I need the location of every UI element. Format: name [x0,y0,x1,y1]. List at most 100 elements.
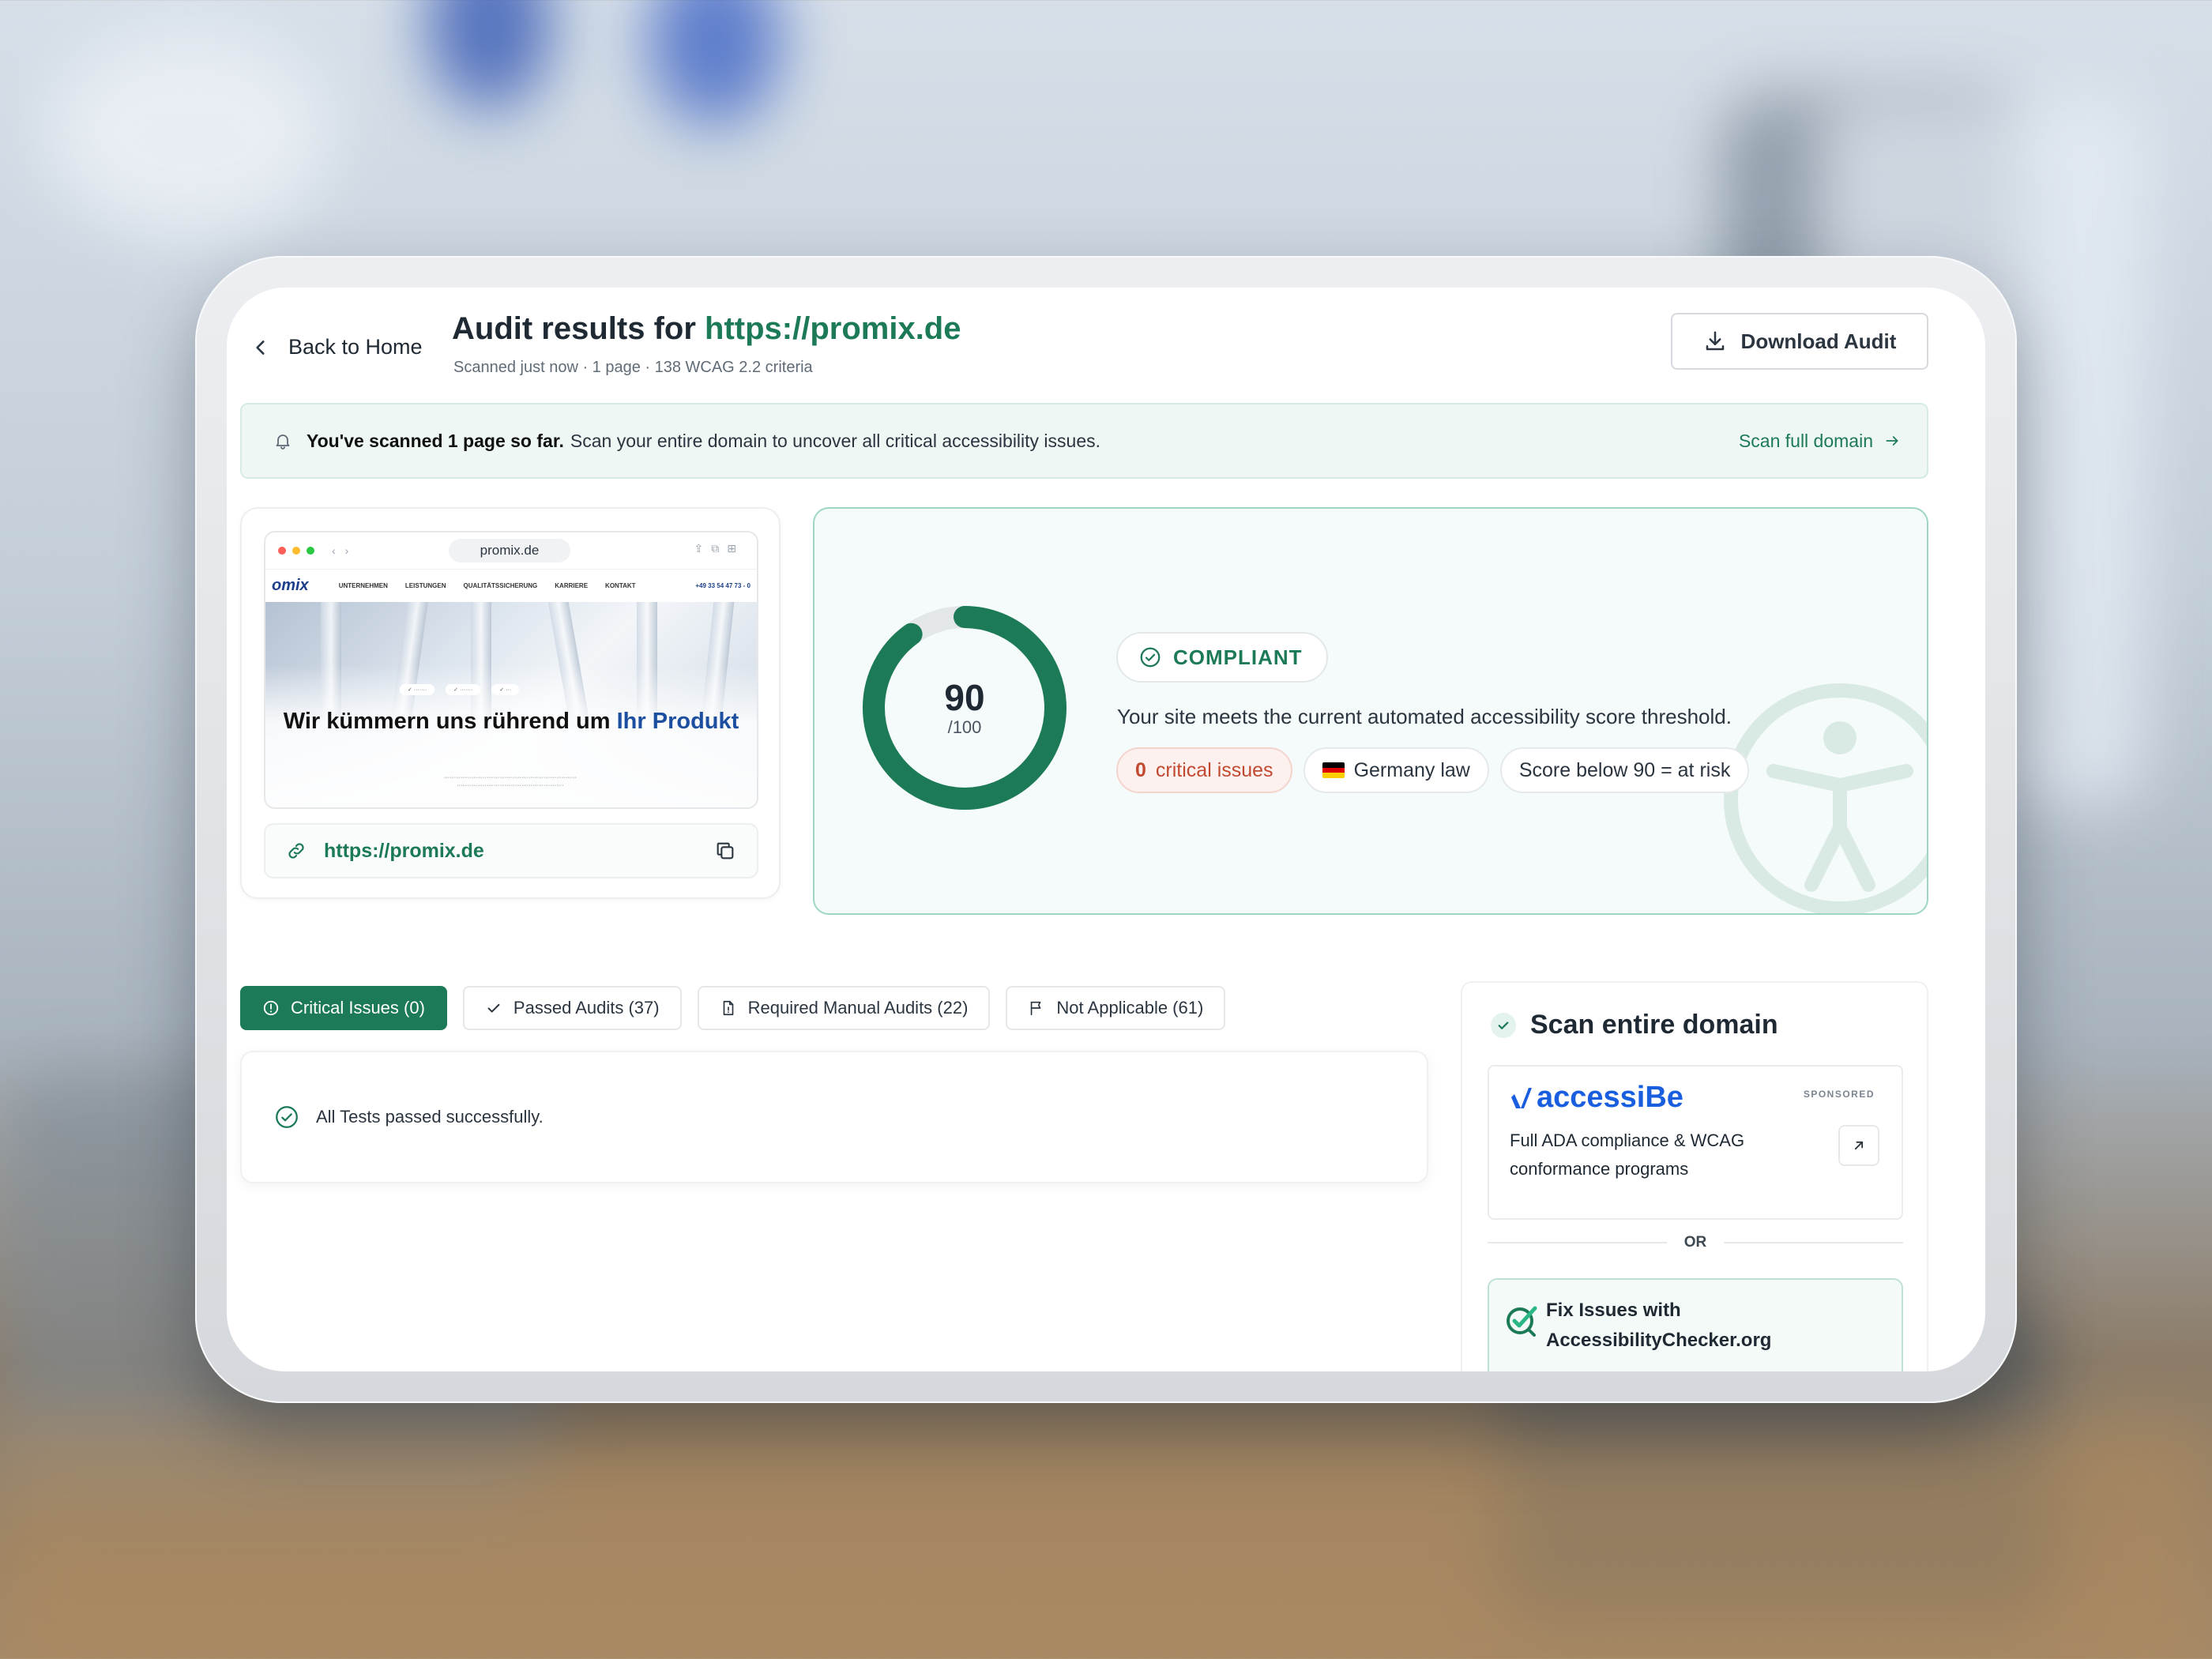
hero-title-text: Wir kümmern uns rührend um [283,709,611,734]
site-hero: ✓ ······· ✓ ······· ✓ ··· Wir kümmern un… [265,602,757,807]
scan-notice-banner: You've scanned 1 page so far. Scan your … [240,403,1928,479]
scan-full-domain-label: Scan full domain [1738,430,1873,451]
background-light-blur [47,32,332,237]
document-icon [723,1000,733,1016]
scan-domain-title: Scan entire domain [1491,1010,1778,1040]
sponsor-card[interactable]: accessiBe SPONSORED Full ADA compliance … [1488,1065,1903,1220]
tab-label: Not Applicable (61) [1056,998,1204,1018]
score-chips: 0 critical issues Germany law Score belo… [1116,747,1750,793]
check-icon [487,1003,500,1013]
external-link-button[interactable] [1838,1125,1879,1166]
accessibe-logo: accessiBe [1510,1081,1683,1115]
browser-nav-arrows-icon: ‹› [332,544,359,557]
bell-icon [276,434,290,450]
link-icon [288,843,304,859]
check-circle-icon [1140,647,1161,668]
hero-badge: ✓ ······· [446,684,481,695]
site-logo: omix [272,577,309,594]
tab-label: Critical Issues (0) [291,998,425,1018]
site-nav-item: KARRIERE [555,582,589,589]
tab-passed-audits[interactable]: Passed Audits (37) [462,986,682,1030]
hero-badges: ✓ ······· ✓ ······· ✓ ··· [400,684,520,695]
divider-line [1488,1242,1667,1243]
check-icon [1491,1012,1516,1038]
background-blue-blur [427,0,553,111]
copy-icon[interactable] [714,840,736,862]
browser-url: promix.de [449,539,570,562]
chevron-left-icon [256,340,265,355]
window-close-dot [278,547,286,555]
download-icon [1706,331,1724,351]
scan-domain-panel: Scan entire domain accessiBe SPONSORED F… [1461,981,1928,1371]
download-audit-button[interactable]: Download Audit [1671,313,1928,370]
accessibility-icon [1724,683,1927,913]
app-screen: Back to Home Audit results for https://p… [227,288,1985,1371]
hero-badge: ✓ ······· [400,684,435,695]
window-minimize-dot [292,547,300,555]
site-nav-item: UNTERNEHMEN [338,582,388,589]
browser-actions-icon: ⇪⧉⊞ [694,542,744,555]
flag-icon [1031,1001,1041,1016]
sponsor-description: Full ADA compliance & WCAG conformance p… [1510,1130,1745,1179]
tab-critical-issues[interactable]: Critical Issues (0) [240,986,447,1030]
download-label: Download Audit [1740,329,1897,353]
sponsored-tag: SPONSORED [1803,1089,1875,1100]
sponsor-name: accessiBe [1537,1081,1683,1114]
scan-domain-title-text: Scan entire domain [1530,1010,1778,1040]
site-preview-card: ‹› promix.de ⇪⧉⊞ omix UNTERNEHMEN LEISTU… [240,507,781,899]
background-table-blur [0,1422,2212,1659]
banner-text: Scan your entire domain to uncover all c… [570,430,1101,451]
threshold-label: Score below 90 = at risk [1518,758,1731,781]
site-url-field[interactable]: https://promix.de [264,823,758,878]
scan-meta: Scanned just now · 1 page · 138 WCAG 2.2… [453,359,813,376]
score-card: 90 /100 COMPLIANT Your site meets the cu… [813,507,1928,915]
fix-issues-label: Fix Issues with AccessibilityChecker.org [1546,1300,1772,1351]
fix-issues-card[interactable]: Fix Issues with AccessibilityChecker.org [1488,1278,1903,1371]
hero-title: Wir kümmern uns rührend um Ihr Produkt [265,708,757,735]
page-title: Audit results for https://promix.de [452,311,961,347]
site-phone: +49 33 54 47 73 - 0 [695,582,750,589]
back-to-home-button[interactable]: Back to Home [250,335,423,359]
background-blue-blur [648,0,782,126]
site-nav-item: QUALITÄTSSICHERUNG [463,582,538,589]
site-screenshot: ‹› promix.de ⇪⧉⊞ omix UNTERNEHMEN LEISTU… [264,531,758,809]
site-nav-item: LEISTUNGEN [404,582,446,589]
alert-circle-icon [263,1000,279,1016]
or-label: OR [1683,1234,1707,1251]
results-message: All Tests passed successfully. [316,1107,544,1127]
tab-not-applicable[interactable]: Not Applicable (61) [1006,986,1226,1030]
accessibe-mark-icon [1511,1087,1532,1108]
site-url-text: https://promix.de [324,839,484,862]
threshold-chip: Score below 90 = at risk [1499,747,1750,793]
law-label: Germany law [1353,758,1470,781]
hero-body-text: ········································… [444,775,577,788]
score-max: /100 [947,717,982,737]
window-maximize-dot [307,547,314,555]
status-description: Your site meets the current automated ac… [1117,705,1732,728]
accessibilitychecker-logo-icon [1507,1306,1537,1337]
tab-required-manual-audits[interactable]: Required Manual Audits (22) [697,986,991,1030]
hero-badge: ✓ ··· [491,684,520,695]
title-url[interactable]: https://promix.de [705,311,961,346]
arrow-right-icon [1886,436,1898,446]
status-label: COMPLIANT [1173,645,1303,669]
site-navigation: omix UNTERNEHMEN LEISTUNGEN QUALITÄTSSIC… [265,569,757,602]
audit-tabs: Critical Issues (0) Passed Audits (37) R… [240,986,1226,1030]
law-chip: Germany law [1303,747,1489,793]
scan-full-domain-link[interactable]: Scan full domain [1739,431,1900,452]
tab-label: Required Manual Audits (22) [747,998,969,1018]
audit-results-panel: All Tests passed successfully. [240,1051,1428,1183]
title-prefix: Audit results for [452,311,705,346]
tab-label: Passed Audits (37) [513,998,660,1018]
score-value: 90 [944,677,985,718]
critical-label: critical issues [1155,758,1273,781]
site-nav-item: KONTAKT [605,582,636,589]
divider-line [1724,1242,1903,1243]
banner-bold-text: You've scanned 1 page so far. [307,430,564,451]
or-divider: OR [1488,1234,1903,1251]
critical-count: 0 [1135,758,1146,781]
back-label: Back to Home [288,335,423,359]
germany-flag-icon [1322,762,1345,778]
arrow-up-right-icon [1854,1141,1864,1150]
hero-title-highlight: Ihr Produkt [616,709,739,734]
